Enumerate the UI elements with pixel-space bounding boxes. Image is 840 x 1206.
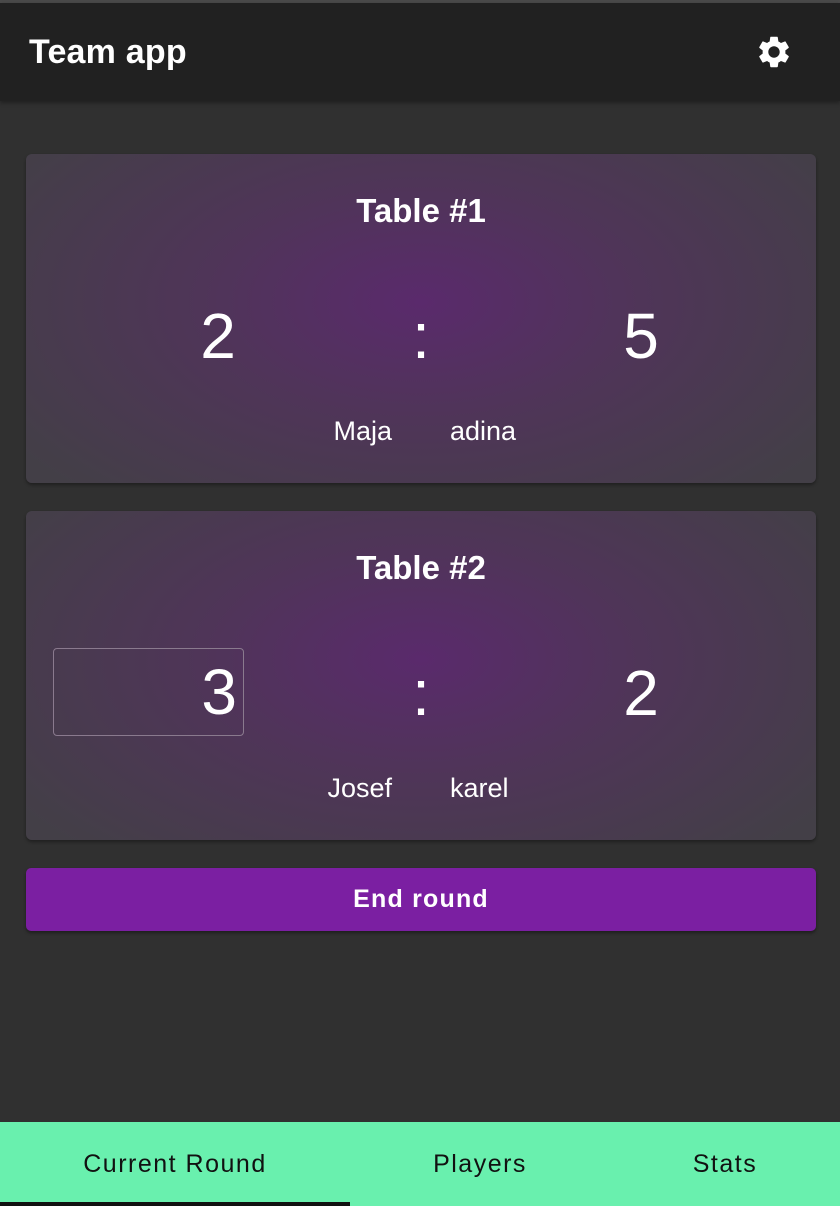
score-team-b[interactable]: 5 (591, 304, 691, 368)
app-title: Team app (29, 32, 187, 71)
player-a-name: Maja (333, 416, 392, 446)
player-b-name: adina (450, 416, 517, 446)
table-card-2: Table #2 3 : 2 Josef karel (26, 511, 816, 840)
score-input-team-a[interactable]: 3 (53, 648, 244, 736)
gear-icon (759, 36, 789, 68)
score-separator: : (412, 300, 430, 372)
bottom-navigation: Current Round Players Stats (0, 1122, 840, 1206)
score-team-b[interactable]: 2 (591, 661, 691, 725)
tab-current-round[interactable]: Current Round (0, 1122, 350, 1206)
player-b-name: karel (450, 773, 509, 803)
active-tab-indicator (0, 1202, 350, 1206)
table-card-1: Table #1 2 : 5 Maja adina (26, 154, 816, 483)
settings-button[interactable] (754, 32, 794, 72)
table-title: Table #2 (356, 549, 486, 586)
score-team-a[interactable]: 2 (168, 304, 268, 368)
table-title: Table #1 (356, 192, 486, 229)
tab-stats[interactable]: Stats (625, 1122, 825, 1206)
player-a-name: Josef (327, 773, 392, 803)
score-separator: : (412, 657, 430, 729)
end-round-button[interactable]: End round (26, 868, 816, 931)
app-bar: Team app (0, 3, 840, 101)
tab-players[interactable]: Players (380, 1122, 580, 1206)
